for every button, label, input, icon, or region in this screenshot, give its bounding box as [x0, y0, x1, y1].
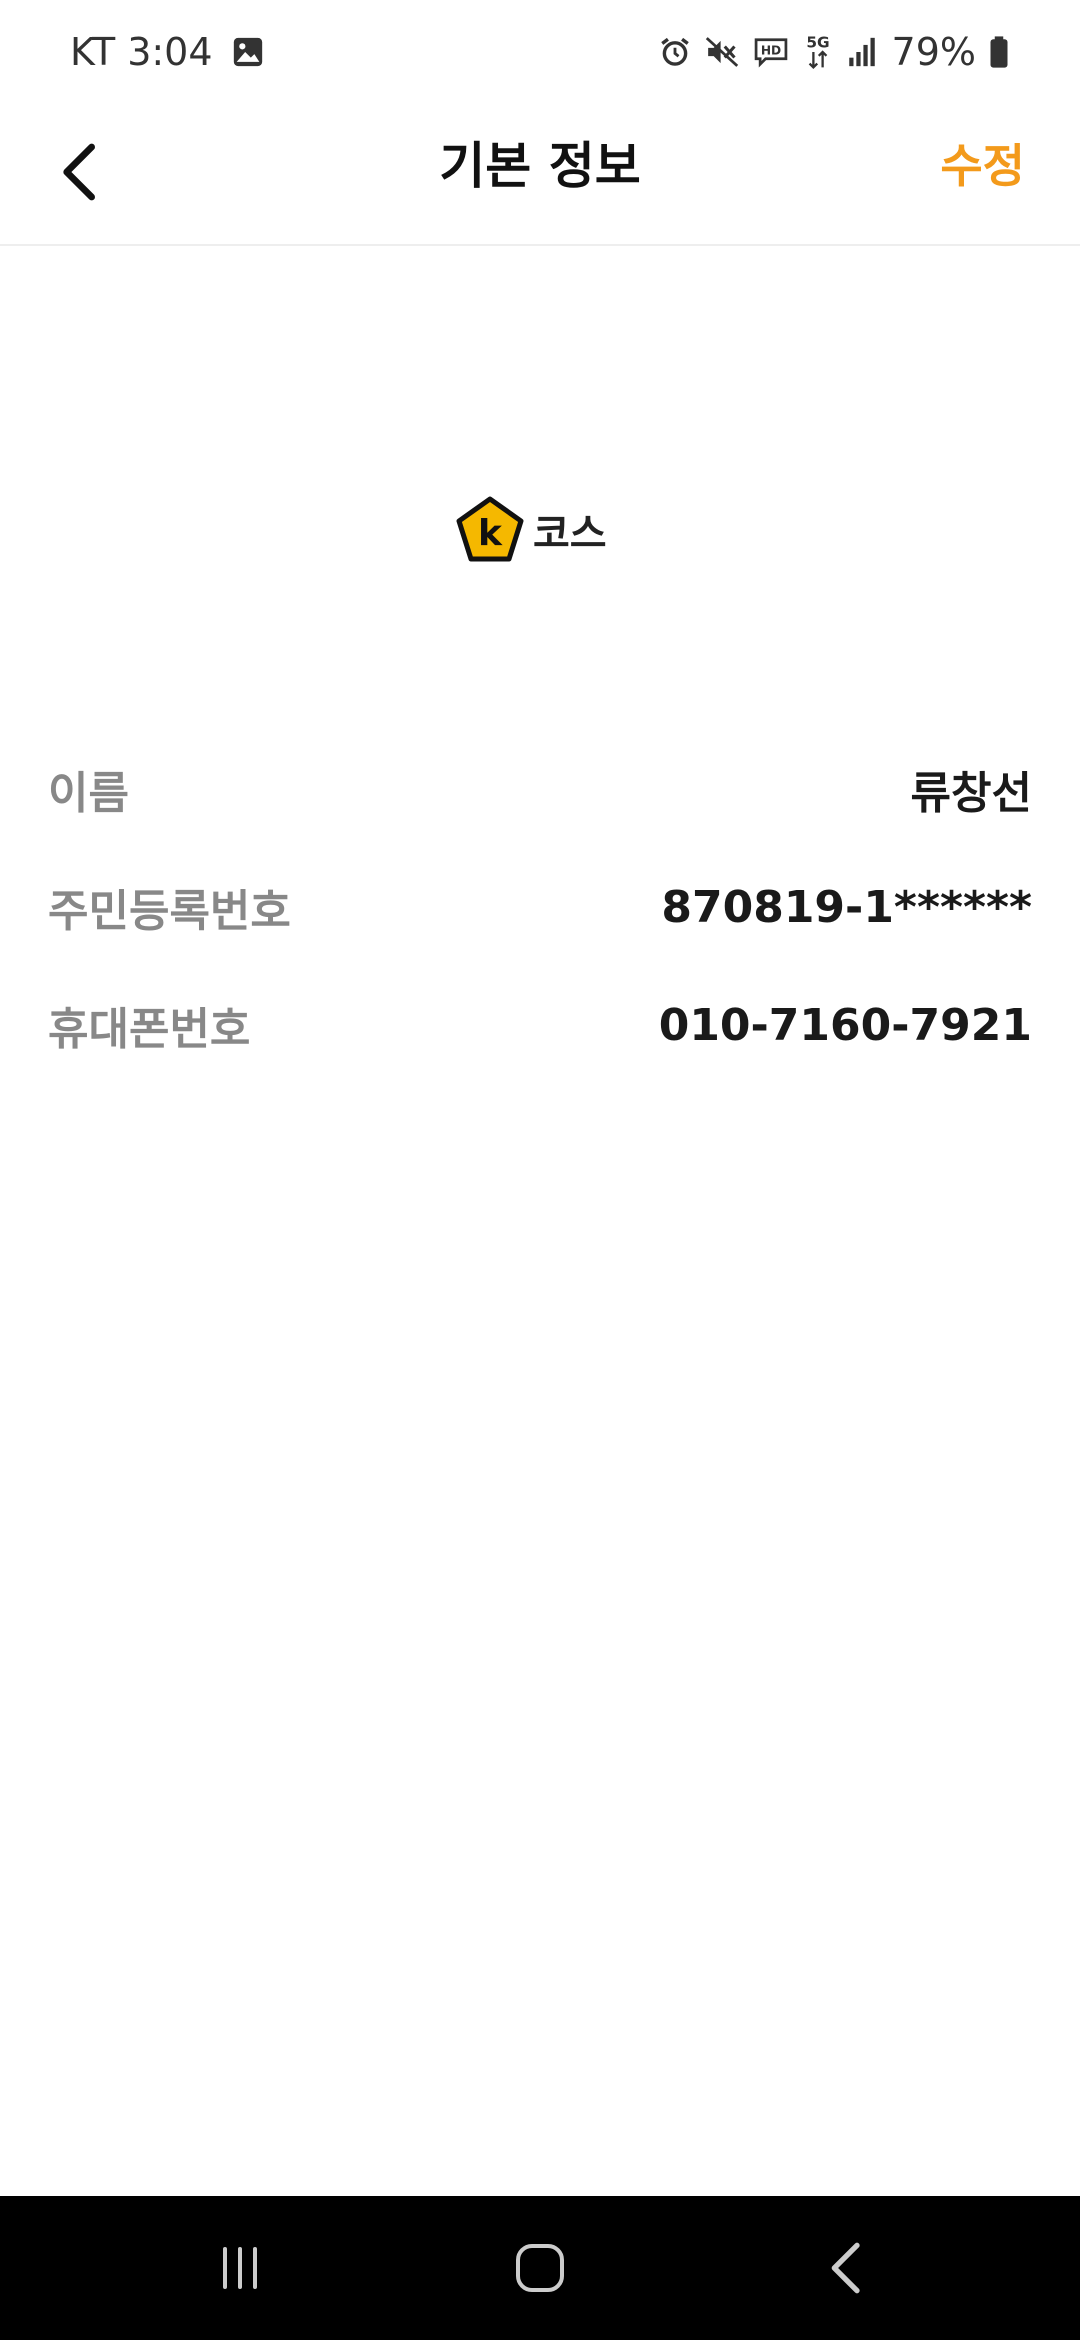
info-value: 010-7160-7921: [658, 999, 1032, 1051]
carrier-name: KT: [70, 30, 116, 74]
screen: KT 3:04 HD 5G 79% 기본 정보 수정 k 코스 이름 류창선 주…: [0, 0, 1080, 2340]
brand-logo-text: 코스: [533, 511, 607, 557]
system-nav-bar: [0, 2196, 1080, 2340]
signal-icon: [846, 35, 878, 69]
battery-percent: 79%: [891, 30, 976, 74]
image-icon: [231, 35, 265, 69]
mute-icon: [704, 35, 740, 69]
info-row-phone: 휴대폰번호 010-7160-7921: [48, 966, 1032, 1084]
alarm-icon: [658, 35, 692, 69]
status-bar: KT 3:04 HD 5G 79%: [0, 0, 1080, 104]
brand-logo: k 코스: [455, 490, 607, 570]
page-title: 기본 정보: [439, 137, 641, 195]
info-value: 류창선: [910, 768, 1032, 819]
info-label: 이름: [48, 768, 129, 819]
info-label: 주민등록번호: [48, 886, 291, 937]
svg-text:k: k: [478, 513, 503, 554]
home-icon: [516, 2244, 564, 2292]
status-right: HD 5G 79%: [646, 24, 1010, 80]
info-row-name: 이름 류창선: [48, 730, 1032, 848]
system-back-button[interactable]: [765, 2196, 925, 2340]
info-list: 이름 류창선 주민등록번호 870819-1****** 휴대폰번호 010-7…: [48, 730, 1032, 1084]
edit-button[interactable]: 수정: [940, 104, 1025, 228]
svg-text:HD: HD: [760, 44, 780, 58]
recents-button[interactable]: [160, 2196, 320, 2340]
hd-icon: HD: [752, 35, 790, 69]
status-left: KT 3:04: [70, 24, 265, 80]
info-label: 휴대폰번호: [48, 1004, 251, 1055]
svg-text:5G: 5G: [806, 33, 829, 51]
back-icon: [831, 2242, 860, 2294]
recents-icon: [223, 2247, 257, 2289]
info-row-resident-number: 주민등록번호 870819-1******: [48, 848, 1032, 966]
battery-icon: [988, 35, 1010, 69]
app-bar: 기본 정보 수정: [0, 104, 1080, 246]
home-button[interactable]: [460, 2196, 620, 2340]
brand-logo-mark-icon: k: [456, 496, 524, 562]
status-time: 3:04: [127, 30, 213, 74]
5g-icon: 5G: [802, 32, 834, 72]
info-value: 870819-1******: [661, 881, 1032, 933]
